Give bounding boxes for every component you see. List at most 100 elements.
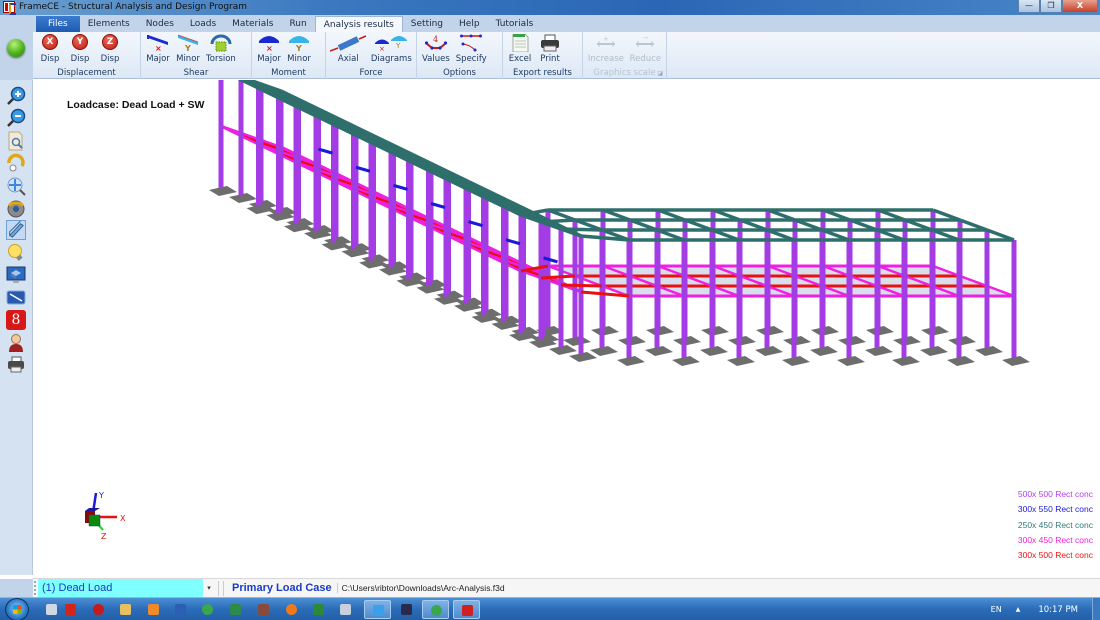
zoom-out-icon[interactable] [6, 108, 26, 128]
status-separator [218, 580, 224, 596]
tab-files[interactable]: Files [36, 16, 80, 32]
render-view-icon[interactable] [6, 265, 26, 285]
tab-run[interactable]: Run [281, 16, 314, 32]
tab-analysis-results[interactable]: Analysis results [314, 16, 403, 32]
word-icon-glyph [175, 604, 186, 615]
framece-icon[interactable] [453, 600, 480, 619]
diagrams-icon: × Y [375, 36, 408, 52]
acrobat-icon[interactable] [57, 600, 84, 619]
view-toolbar: 8 [0, 80, 33, 575]
legend-item: 300x 500 Rect conc [1017, 550, 1093, 561]
image-viewer-icon[interactable] [222, 600, 249, 619]
excel-label: Excel [508, 54, 532, 64]
acrobat-icon-glyph [65, 604, 76, 615]
close-button[interactable]: X [1062, 0, 1098, 13]
specify-label: Specify [455, 54, 487, 64]
chrome-icon[interactable] [194, 600, 221, 619]
excel-export-button[interactable]: Excel [505, 32, 535, 67]
windows-taskbar: EN ▲ 10:17 PM [0, 597, 1100, 620]
specify-button[interactable]: Specify [453, 32, 490, 67]
excel-icon[interactable] [305, 600, 332, 619]
wireframe-view-icon[interactable] [6, 288, 26, 308]
word-icon[interactable] [167, 600, 194, 619]
floor-beam [560, 283, 603, 288]
moment-major-button[interactable]: × Major [254, 32, 284, 67]
loadcase-dropdown-arrow-icon[interactable]: ▾ [203, 584, 215, 592]
shear-minor-button[interactable]: Y Minor [173, 32, 203, 67]
firefox-icon[interactable] [278, 600, 305, 619]
x-disp-button[interactable]: X Disp [35, 32, 65, 67]
structural-model-3d[interactable] [33, 80, 1100, 575]
tab-elements[interactable]: Elements [80, 16, 138, 32]
scale-increase-icon: + [596, 35, 615, 47]
moment-major-icon: × [259, 36, 279, 52]
tab-help[interactable]: Help [451, 16, 488, 32]
dialog-launcher-icon[interactable]: ◪ [657, 70, 663, 77]
axial-force-button[interactable]: Axial [328, 32, 369, 67]
clock[interactable]: 10:17 PM [1038, 605, 1078, 615]
language-indicator[interactable]: EN [991, 605, 1002, 614]
legend-item: 500x 500 Rect conc [1017, 489, 1093, 499]
shear-minor-icon: Y [177, 34, 199, 52]
user-help-icon[interactable] [6, 333, 26, 353]
print-view-icon[interactable] [6, 355, 26, 375]
tab-materials[interactable]: Materials [224, 16, 281, 32]
show-desktop-button[interactable] [1092, 598, 1100, 620]
ribbon-group-graphics-scale: + Increase − Reduce Graphics scale ◪ [583, 32, 667, 79]
values-glyph: 4 [433, 35, 438, 44]
ribbon-group-shear: × Major Y Minor Torsion Shear [141, 32, 252, 79]
tab-setting[interactable]: Setting [403, 16, 451, 32]
reduce-label: Reduce [629, 54, 662, 64]
z-disp-button[interactable]: Z Disp [95, 32, 125, 67]
visual-studio-icon[interactable] [393, 600, 420, 619]
scale-reduce-button[interactable]: − Reduce [627, 32, 664, 67]
extrude-section-icon[interactable] [6, 220, 26, 240]
media-player-icon[interactable] [140, 600, 167, 619]
rotate-icon[interactable] [6, 153, 26, 173]
tab-nodes[interactable]: Nodes [138, 16, 182, 32]
loadcase-dropdown[interactable]: (1) Dead Load [38, 578, 203, 598]
moment-minor-button[interactable]: Y Minor [284, 32, 314, 67]
roof-beam [540, 218, 576, 224]
svg-text:×: × [379, 45, 385, 52]
ribbon-group-displacement: X Disp Y Disp Z Disp Displacement [33, 32, 141, 79]
orbit-icon[interactable] [6, 198, 26, 218]
paint-icon[interactable] [332, 600, 359, 619]
y-disp-button[interactable]: Y Disp [65, 32, 95, 67]
svg-text:+: + [603, 35, 609, 43]
media-player-icon-glyph [148, 604, 159, 615]
file-explorer-icon[interactable] [112, 600, 139, 619]
model-viewport[interactable]: Loadcase: Dead Load + SW Y X Z 500x 500 … [33, 80, 1100, 575]
zoom-window-icon[interactable] [6, 131, 26, 151]
chrome-icon-glyph [202, 604, 213, 615]
light-bulb-icon[interactable] [6, 243, 26, 263]
ribbon: X Disp Y Disp Z Disp Displacement × Majo… [33, 32, 1100, 79]
tab-tutorials[interactable]: Tutorials [488, 16, 542, 32]
internet-explorer-icon-glyph [373, 605, 384, 616]
load-case-type: Primary Load Case [232, 582, 332, 594]
presentation-icon[interactable] [250, 600, 277, 619]
google-icon[interactable]: 8 [6, 310, 26, 330]
values-icon: 4 [424, 35, 447, 50]
show-hidden-icons-icon[interactable]: ▲ [1016, 606, 1021, 613]
restore-button[interactable]: ❐ [1040, 0, 1062, 13]
internet-explorer-icon[interactable] [364, 600, 391, 619]
app-red-circle-icon[interactable] [85, 600, 112, 619]
chrome-icon[interactable] [422, 600, 449, 619]
tab-loads[interactable]: Loads [182, 16, 224, 32]
values-button[interactable]: 4 Values [419, 32, 453, 67]
print-results-button[interactable]: Print [535, 32, 565, 67]
minimize-button[interactable]: — [1018, 0, 1040, 13]
app-red-circle-icon-glyph [93, 604, 104, 615]
scale-increase-button[interactable]: + Increase [585, 32, 627, 67]
torsion-button[interactable]: Torsion [203, 32, 239, 67]
analysis-status-orb-icon[interactable] [7, 39, 25, 57]
legend-item: 300x 550 Rect conc [1017, 504, 1093, 515]
zoom-in-icon[interactable] [6, 86, 26, 106]
section-legend: 500x 500 Rect conc 300x 550 Rect conc 25… [1018, 487, 1093, 563]
diagrams-button[interactable]: × Y Diagrams [369, 32, 414, 67]
axial-force-icon [330, 35, 367, 52]
pan-zoom-icon[interactable] [6, 176, 26, 196]
start-button[interactable] [5, 598, 29, 620]
shear-major-button[interactable]: × Major [143, 32, 173, 67]
